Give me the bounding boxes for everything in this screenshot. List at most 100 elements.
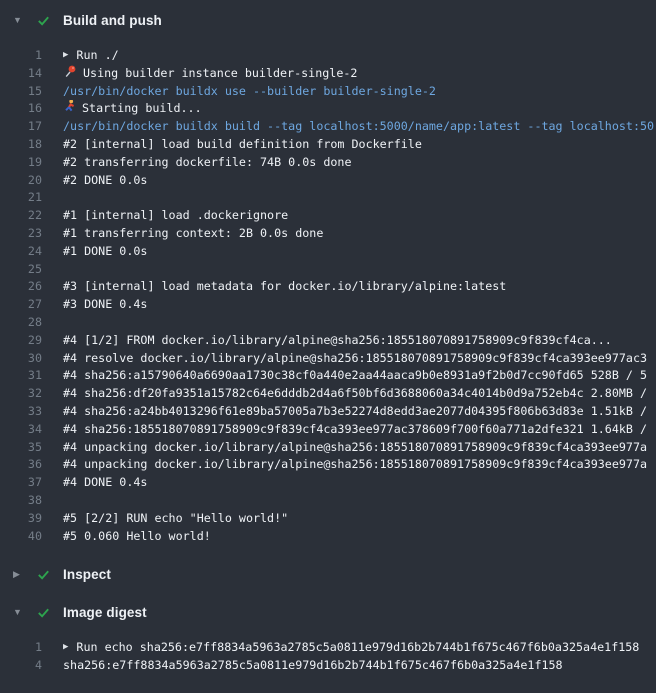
log-text-content: Starting build... [82, 100, 202, 118]
log-text: #4 unpacking docker.io/library/alpine@sh… [42, 439, 647, 457]
line-number[interactable]: 19 [0, 154, 42, 172]
line-number[interactable]: 15 [0, 83, 42, 101]
section-build-and-push: ▼Build and push1▶Run ./14Using builder i… [0, 9, 656, 545]
log-text [42, 261, 63, 279]
log-text-content: #4 [1/2] FROM docker.io/library/alpine@s… [63, 332, 612, 350]
log-text-content: #2 [internal] load build definition from… [63, 136, 422, 154]
runner-icon [63, 100, 76, 118]
line-number[interactable]: 39 [0, 510, 42, 528]
log-line: 26 #3 [internal] load metadata for docker… [0, 278, 656, 296]
log-text-content: /usr/bin/docker buildx use --builder bui… [63, 83, 436, 101]
section-title: Inspect [63, 567, 111, 582]
log-text: #4 resolve docker.io/library/alpine@sha2… [42, 350, 647, 368]
line-number[interactable]: 25 [0, 261, 42, 279]
section-gap [0, 555, 656, 563]
log-text-content: /usr/bin/docker buildx build --tag local… [63, 118, 654, 136]
log-text-content: #4 unpacking docker.io/library/alpine@sh… [63, 439, 647, 457]
section-title: Build and push [63, 13, 162, 28]
log-text-content: #4 unpacking docker.io/library/alpine@sh… [63, 456, 647, 474]
log-text-content: #4 sha256:a24bb4013296f61e89ba57005a7b3e… [63, 403, 647, 421]
line-number[interactable]: 29 [0, 332, 42, 350]
log-line: 15/usr/bin/docker buildx use --builder b… [0, 83, 656, 101]
log-line: 1 ▶ Run echo sha256:e7ff8834a5963a2785c5a0… [0, 639, 656, 657]
line-number[interactable]: 14 [0, 65, 42, 83]
log-text: #3 [internal] load metadata for docker.i… [42, 278, 506, 296]
log-line: 35 #4 unpacking docker.io/library/alpine@… [0, 439, 656, 457]
line-number[interactable]: 40 [0, 528, 42, 546]
line-number[interactable]: 33 [0, 403, 42, 421]
line-number[interactable]: 37 [0, 474, 42, 492]
log-text-content: #4 sha256:a15790640a6690aa1730c38cf0a440… [63, 367, 647, 385]
log-text: #5 0.060 Hello world! [42, 528, 211, 546]
line-number[interactable]: 28 [0, 314, 42, 332]
log-text: Starting build... [42, 100, 202, 118]
line-number[interactable]: 26 [0, 278, 42, 296]
log-text [42, 492, 63, 510]
line-number[interactable]: 18 [0, 136, 42, 154]
line-number[interactable]: 22 [0, 207, 42, 225]
log-text-content: #2 DONE 0.0s [63, 172, 147, 190]
line-number[interactable]: 23 [0, 225, 42, 243]
line-number[interactable]: 16 [0, 100, 42, 118]
log-text: #2 DONE 0.0s [42, 172, 147, 190]
run-expander-icon[interactable]: ▶ [63, 47, 68, 65]
log-text-content: #1 DONE 0.0s [63, 243, 147, 261]
log-line: 18 #2 [internal] load build definition fr… [0, 136, 656, 154]
log-text: #4 sha256:a15790640a6690aa1730c38cf0a440… [42, 367, 647, 385]
line-number[interactable]: 27 [0, 296, 42, 314]
line-number[interactable]: 1 [0, 47, 42, 65]
chevron-down-icon[interactable]: ▼ [13, 9, 27, 31]
log-text: #5 [2/2] RUN echo "Hello world!" [42, 510, 288, 528]
log-line: 22#1 [internal] load .dockerignore [0, 207, 656, 225]
log-text: #4 unpacking docker.io/library/alpine@sh… [42, 456, 647, 474]
log-text: #4 sha256:df20fa9351a15782c64e6dddb2d4a6… [42, 385, 647, 403]
log-line: 31 #4 sha256:a15790640a6690aa1730c38cf0a4… [0, 367, 656, 385]
line-number[interactable]: 1 [0, 639, 42, 657]
log-line: 20 #2 DONE 0.0s [0, 172, 656, 190]
line-number[interactable]: 17 [0, 118, 42, 136]
line-number[interactable]: 35 [0, 439, 42, 457]
check-icon [36, 567, 52, 582]
log-text-content: #5 0.060 Hello world! [63, 528, 211, 546]
line-number[interactable]: 24 [0, 243, 42, 261]
log-text-content: Run echo sha256:e7ff8834a5963a2785c5a081… [76, 639, 639, 657]
log-text: #3 DONE 0.4s [42, 296, 147, 314]
line-number[interactable]: 32 [0, 385, 42, 403]
line-number[interactable]: 36 [0, 456, 42, 474]
log-line: 34#4 sha256:185518070891758909c9f839cf4c… [0, 421, 656, 439]
log-line: 25 [0, 261, 656, 279]
section-title: Image digest [63, 605, 147, 620]
log-line: 32#4 sha256:df20fa9351a15782c64e6dddb2d4… [0, 385, 656, 403]
log-line: 23#1 transferring context: 2B 0.0s done [0, 225, 656, 243]
line-number[interactable]: 34 [0, 421, 42, 439]
line-number[interactable]: 38 [0, 492, 42, 510]
log-lines-image-digest: 1 ▶ Run echo sha256:e7ff8834a5963a2785c5a0… [0, 639, 656, 675]
line-number[interactable]: 31 [0, 367, 42, 385]
log-line: 29 #4 [1/2] FROM docker.io/library/alpine… [0, 332, 656, 350]
chevron-right-icon[interactable]: ▶ [13, 563, 27, 585]
log-lines-build-and-push: 1▶Run ./14Using builder instance builder… [0, 47, 656, 545]
log-text-content: #4 DONE 0.4s [63, 474, 147, 492]
log-text: #4 sha256:a24bb4013296f61e89ba57005a7b3e… [42, 403, 647, 421]
run-expander-icon[interactable]: ▶ [63, 639, 68, 657]
log-text: Using builder instance builder-single-2 [42, 65, 357, 83]
line-number[interactable]: 21 [0, 189, 42, 207]
log-line: 39#5 [2/2] RUN echo "Hello world!" [0, 510, 656, 528]
log-line: 36 #4 unpacking docker.io/library/alpine@… [0, 456, 656, 474]
log-text-content: Run ./ [76, 47, 118, 65]
check-icon [36, 605, 52, 620]
log-text: #1 DONE 0.0s [42, 243, 147, 261]
line-number[interactable]: 30 [0, 350, 42, 368]
log-line: 40 #5 0.060 Hello world! [0, 528, 656, 546]
log-line: 14Using builder instance builder-single-… [0, 65, 656, 83]
section-gap [0, 585, 656, 601]
line-number[interactable]: 4 [0, 657, 42, 675]
section-header-inspect[interactable]: ▶ Inspect [0, 563, 656, 585]
section-header-image-digest[interactable]: ▼ Image digest [0, 601, 656, 623]
line-number[interactable]: 20 [0, 172, 42, 190]
log-text: #1 [internal] load .dockerignore [42, 207, 288, 225]
chevron-down-icon[interactable]: ▼ [13, 601, 27, 623]
section-header-build-and-push[interactable]: ▼ Build and push [0, 9, 656, 31]
pushpin-icon [63, 65, 77, 83]
log-text-content: #3 [internal] load metadata for docker.i… [63, 278, 506, 296]
